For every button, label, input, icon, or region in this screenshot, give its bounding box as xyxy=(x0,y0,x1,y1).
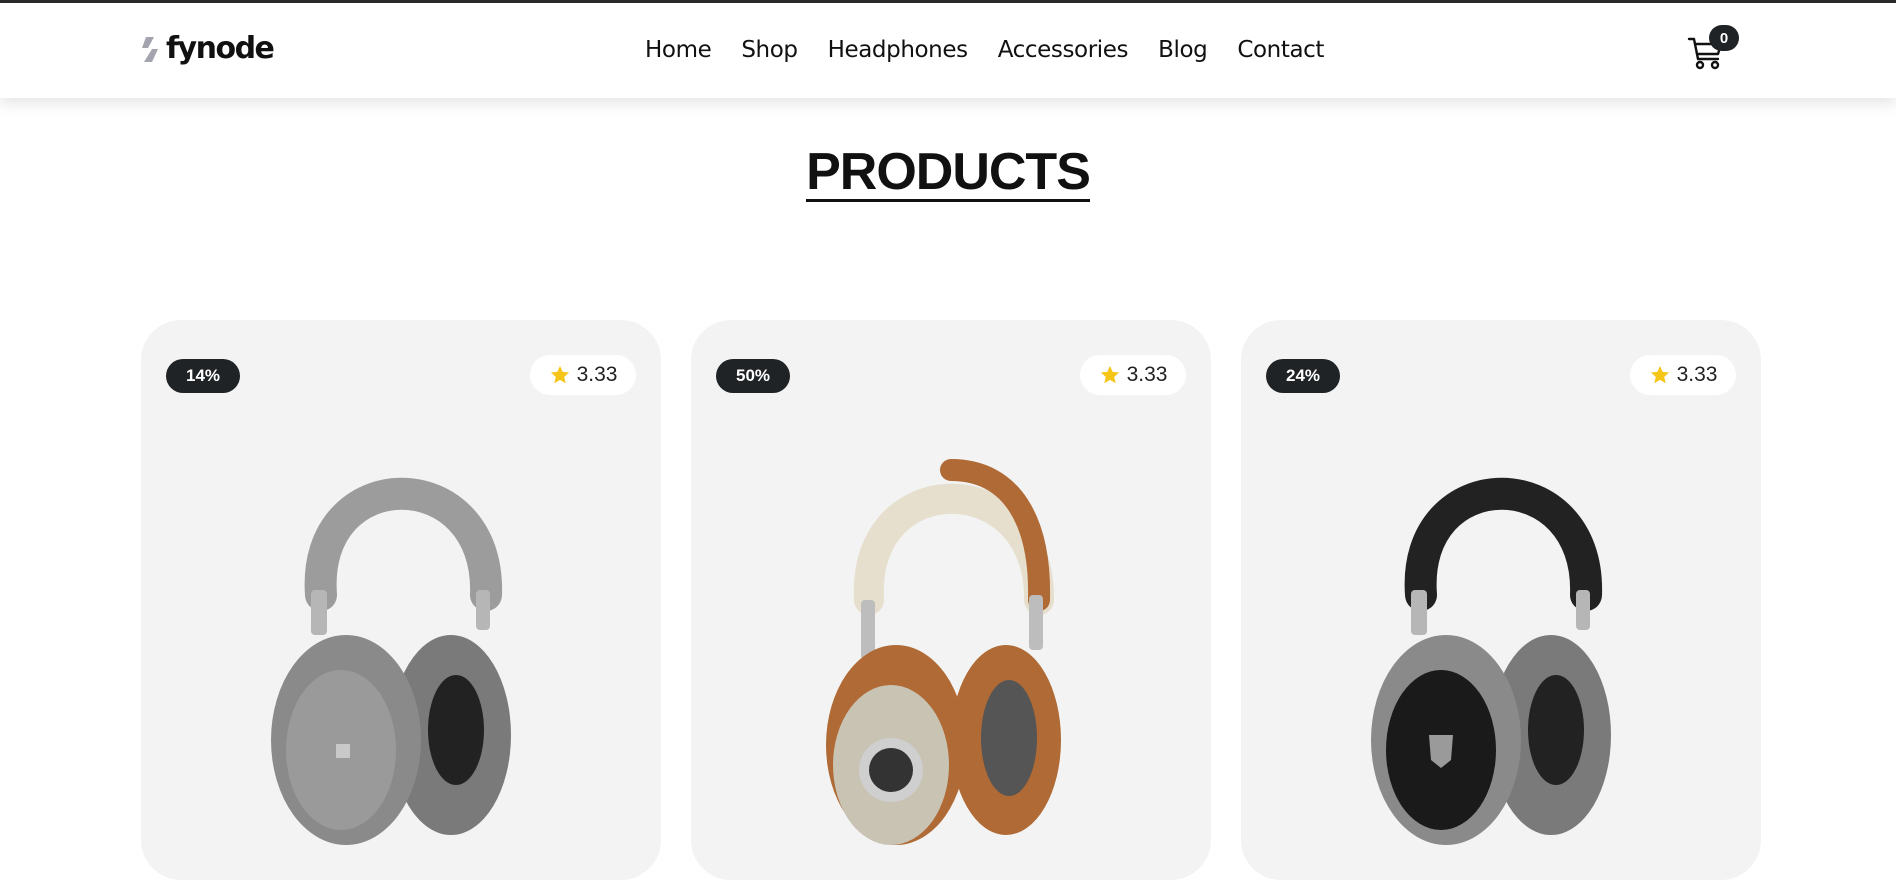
nav-headphones[interactable]: Headphones xyxy=(828,37,969,63)
product-image xyxy=(826,459,1061,845)
rating-value: 3.33 xyxy=(1126,363,1168,386)
product-card[interactable]: 14% 3.33 xyxy=(141,320,661,880)
star-icon xyxy=(1100,365,1119,384)
logo-text: fynode xyxy=(166,31,275,66)
nav-accessories[interactable]: Accessories xyxy=(998,37,1129,63)
nav-contact[interactable]: Contact xyxy=(1237,37,1324,63)
cart-count-badge: 0 xyxy=(1709,25,1739,51)
rating-value: 3.33 xyxy=(1676,363,1718,386)
nav-shop[interactable]: Shop xyxy=(741,37,798,63)
star-icon xyxy=(550,365,569,384)
page-title: PRODUCTS xyxy=(806,143,1091,202)
product-card[interactable]: 24% 3.33 xyxy=(1241,320,1761,880)
nav-blog[interactable]: Blog xyxy=(1158,37,1208,63)
rating-value: 3.33 xyxy=(576,363,618,386)
discount-badge: 24% xyxy=(1266,359,1341,393)
main-nav: Home Shop Headphones Accessories Blog Co… xyxy=(645,37,1324,63)
discount-badge: 50% xyxy=(716,359,791,393)
discount-badge: 14% xyxy=(166,359,241,393)
rating-badge: 3.33 xyxy=(1630,355,1736,395)
logo-mark-icon xyxy=(140,34,160,64)
product-image xyxy=(1371,477,1611,845)
product-card[interactable]: 50% 3.33 xyxy=(691,320,1211,880)
rating-badge: 3.33 xyxy=(530,355,636,395)
nav-home[interactable]: Home xyxy=(645,37,712,63)
site-header: fynode Home Shop Headphones Accessories … xyxy=(0,3,1896,98)
star-icon xyxy=(1650,365,1669,384)
rating-badge: 3.33 xyxy=(1080,355,1186,395)
brand-logo[interactable]: fynode xyxy=(140,31,275,66)
product-image xyxy=(271,477,511,845)
